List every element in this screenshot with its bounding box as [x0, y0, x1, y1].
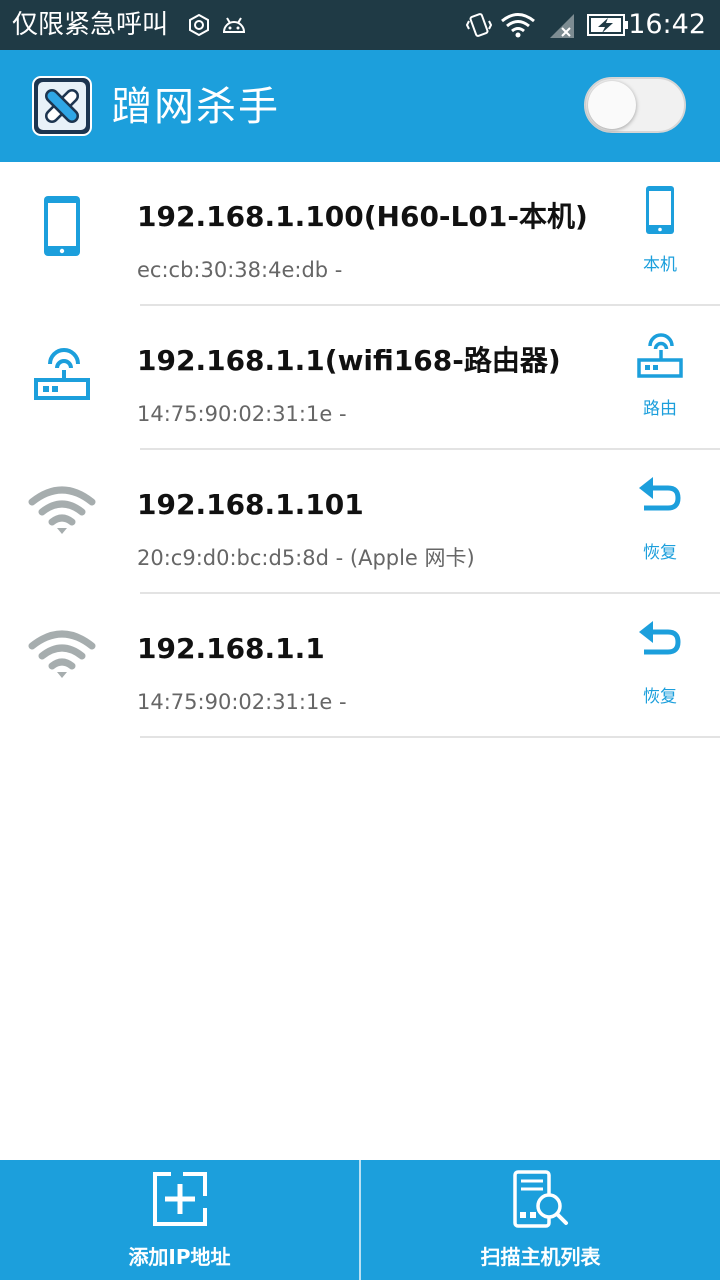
device-action-button[interactable]: 恢复 — [618, 616, 702, 712]
list-item[interactable]: 192.168.1.1 14:75:90:02:31:1e - 恢复 — [0, 594, 720, 738]
device-action-button[interactable]: 恢复 — [618, 472, 702, 568]
device-list: 192.168.1.100(H60-L01-本机) ec:cb:30:38:4e… — [0, 162, 720, 738]
list-item[interactable]: 192.168.1.101 20:c9:d0:bc:d5:8d - (Apple… — [0, 450, 720, 594]
app-bar: 蹭网杀手 — [0, 50, 720, 162]
router-icon — [637, 333, 683, 378]
wifi-icon — [28, 630, 96, 678]
scan-hosts-button[interactable]: 扫描主机列表 — [361, 1160, 720, 1280]
toggle-knob — [588, 81, 636, 129]
toggle-switch[interactable] — [584, 77, 686, 133]
device-mac: 14:75:90:02:31:1e - — [137, 690, 347, 714]
undo-arrow-icon — [639, 621, 681, 655]
scan-list-icon — [513, 1170, 568, 1228]
device-action-button[interactable]: 本机 — [618, 184, 702, 280]
device-action-label: 恢复 — [643, 543, 677, 563]
wifi-icon — [501, 13, 535, 38]
phone-icon — [44, 196, 80, 256]
android-icon — [222, 17, 246, 33]
device-mac: 20:c9:d0:bc:d5:8d - (Apple 网卡) — [137, 546, 475, 570]
clock-text: 16:42 — [628, 9, 706, 40]
device-ip: 192.168.1.1 — [137, 632, 325, 665]
phone-icon — [646, 186, 674, 234]
device-mac: ec:cb:30:38:4e:db - — [137, 258, 343, 282]
device-action-label: 恢复 — [643, 687, 677, 707]
wifi-icon — [28, 486, 96, 534]
device-ip: 192.168.1.101 — [137, 488, 364, 521]
device-ip: 192.168.1.1(wifi168-路由器) — [137, 344, 561, 377]
device-action-label: 路由 — [643, 399, 677, 419]
vibrate-icon — [466, 13, 492, 37]
device-action-label: 本机 — [643, 255, 677, 275]
add-box-icon — [153, 1172, 207, 1226]
list-item[interactable]: 192.168.1.1(wifi168-路由器) 14:75:90:02:31:… — [0, 306, 720, 450]
list-item[interactable]: 192.168.1.100(H60-L01-本机) ec:cb:30:38:4e… — [0, 162, 720, 306]
link-logo-icon — [32, 76, 92, 136]
carrier-text: 仅限紧急呼叫 — [12, 10, 169, 40]
battery-charging-icon — [587, 14, 628, 36]
divider — [140, 736, 720, 738]
device-action-button[interactable]: 路由 — [618, 328, 702, 424]
router-icon — [34, 348, 90, 400]
app-title: 蹭网杀手 — [112, 84, 280, 130]
add-ip-label: 添加IP地址 — [128, 1245, 231, 1269]
bottom-bar: 添加IP地址 扫描主机列表 — [0, 1160, 720, 1280]
sync-icon — [189, 14, 209, 36]
undo-arrow-icon — [639, 477, 681, 511]
signal-no-sim-icon — [550, 14, 574, 38]
device-mac: 14:75:90:02:31:1e - — [137, 402, 347, 426]
scan-hosts-label: 扫描主机列表 — [480, 1245, 601, 1269]
add-ip-button[interactable]: 添加IP地址 — [0, 1160, 359, 1280]
device-ip: 192.168.1.100(H60-L01-本机) — [137, 200, 588, 233]
status-bar: 仅限紧急呼叫 16:42 — [0, 0, 720, 50]
